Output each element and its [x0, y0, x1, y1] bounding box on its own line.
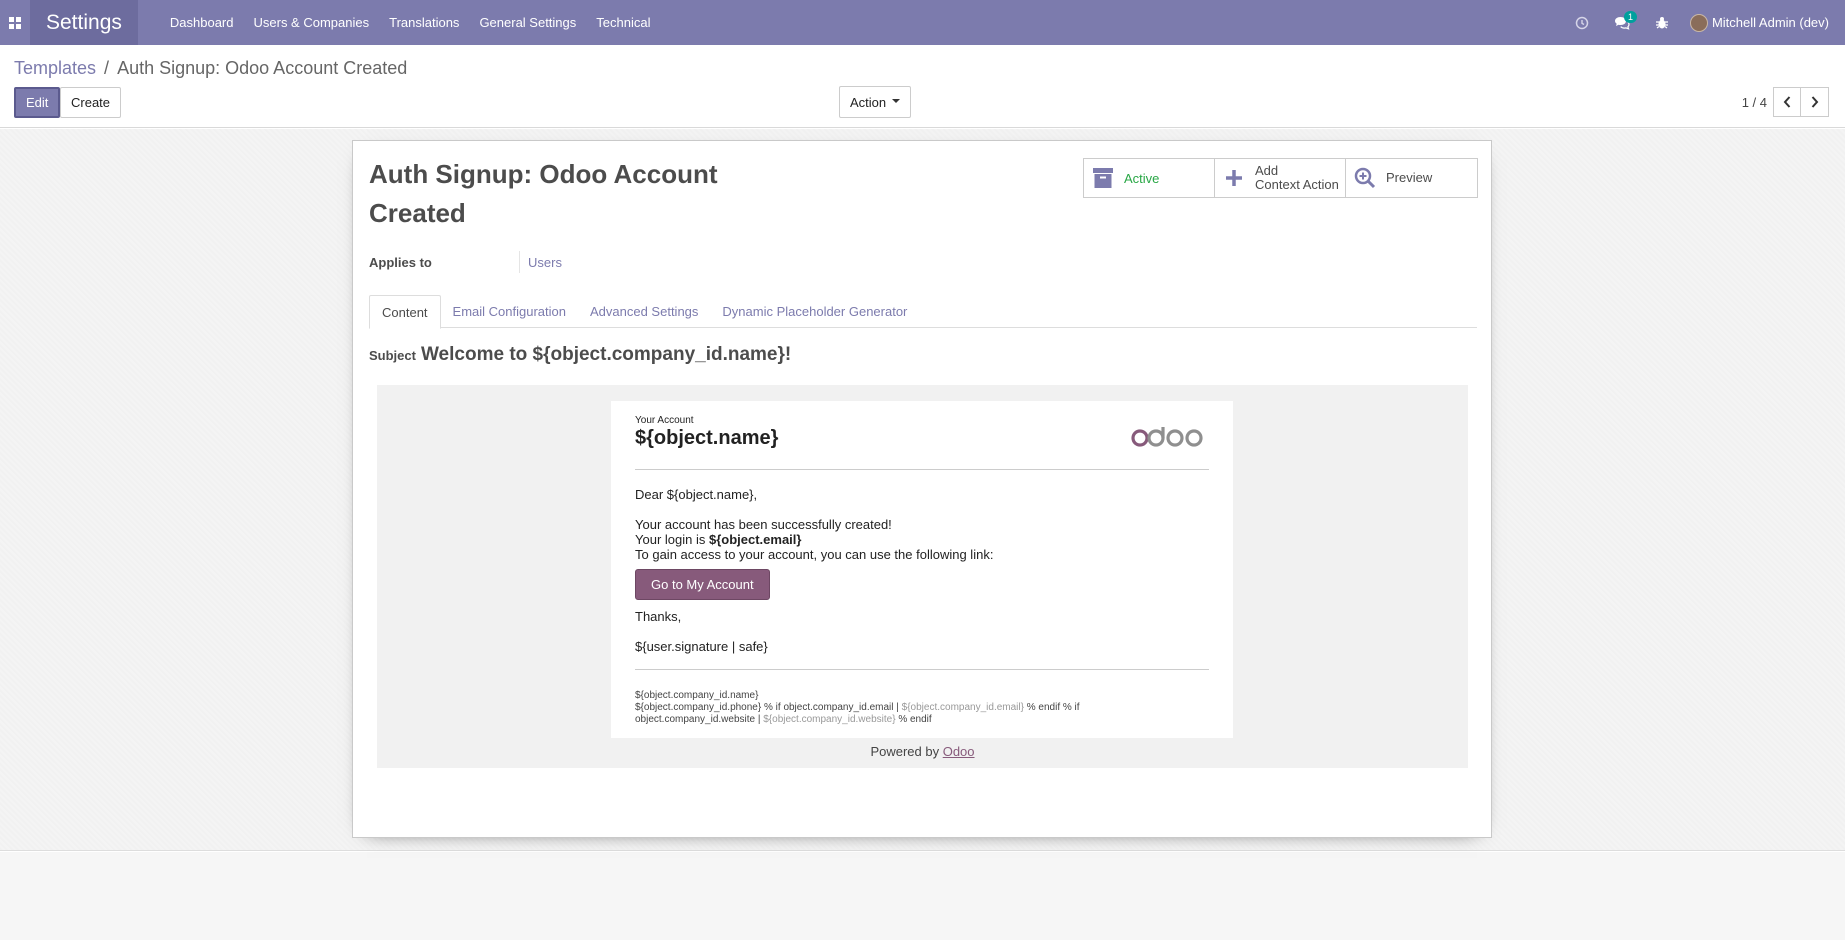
your-account-label: Your Account	[635, 415, 694, 426]
tab-email-configuration[interactable]: Email Configuration	[441, 295, 578, 327]
footer-phone: ${object.company_id.phone} % if object.c…	[635, 702, 902, 713]
debug-bug-icon[interactable]	[1642, 0, 1682, 45]
subject-field: Subject Welcome to ${object.company_id.n…	[369, 344, 791, 366]
pager-next-button[interactable]	[1801, 87, 1829, 117]
user-menu[interactable]: Mitchell Admin (dev)	[1682, 13, 1845, 32]
avatar	[1689, 13, 1708, 32]
account-name-placeholder: ${object.name}	[635, 427, 779, 449]
footer-company-name: ${object.company_id.name}	[635, 690, 759, 701]
footer-email-link[interactable]: ${object.company_id.email}	[902, 702, 1024, 713]
create-button[interactable]: Create	[60, 87, 122, 118]
menu-item-users-companies[interactable]: Users & Companies	[244, 0, 380, 45]
pager: 1 / 4	[1742, 87, 1829, 117]
breadcrumb-templates-link[interactable]: Templates	[14, 58, 96, 79]
context-action-line1: Add	[1255, 163, 1279, 178]
company-footer: ${object.company_id.name} ${object.compa…	[635, 690, 1155, 726]
preview-label: Preview	[1386, 170, 1433, 185]
template-title: Auth Signup: Odoo Account Created	[369, 159, 718, 228]
breadcrumb: Templates / Auth Signup: Odoo Account Cr…	[14, 58, 407, 79]
thanks-text: Thanks,	[635, 609, 682, 624]
powered-by-footer: Powered by Odoo	[377, 744, 1468, 759]
navbar-systray: 1 Mitchell Admin (dev)	[1562, 0, 1845, 45]
chevron-right-icon	[1811, 96, 1818, 108]
applies-to-value-link[interactable]: Users	[519, 251, 562, 273]
footer-website-prefix: object.company_id.website |	[635, 714, 764, 725]
greeting-text: Dear ${object.name},	[635, 487, 758, 502]
pager-previous-button[interactable]	[1773, 87, 1801, 117]
page-footer-area	[0, 852, 1845, 940]
add-context-action-button[interactable]: Add Context Action	[1215, 159, 1346, 197]
applies-to-label: Applies to	[369, 254, 432, 270]
chat-icon[interactable]: 1	[1602, 0, 1642, 45]
action-dropdown-button[interactable]: Action	[839, 86, 912, 118]
go-to-my-account-button[interactable]: Go to My Account	[635, 569, 770, 600]
active-toggle-button[interactable]: Active	[1084, 159, 1215, 197]
odoo-logo	[1131, 425, 1205, 452]
apps-menu-icon[interactable]	[0, 0, 30, 45]
active-label: Active	[1124, 170, 1160, 186]
action-label: Action	[850, 94, 887, 110]
email-divider-top	[635, 469, 1209, 470]
chevron-left-icon	[1783, 96, 1791, 108]
context-action-line2: Context Action	[1255, 177, 1339, 192]
signature-text: ${user.signature | safe}	[635, 639, 768, 654]
odoo-link[interactable]: Odoo	[943, 744, 975, 759]
top-navbar: Settings Dashboard Users & Companies Tra…	[0, 0, 1845, 45]
menu-item-technical[interactable]: Technical	[586, 0, 660, 45]
notebook-tabs: Content Email Configuration Advanced Set…	[369, 295, 1477, 329]
applies-to-field: Applies to Users	[369, 251, 562, 273]
footer-website-link[interactable]: ${object.company_id.website}	[763, 714, 895, 725]
login-prefix: Your login is	[635, 532, 709, 547]
email-body-preview: Your Account ${object.name} Dear ${objec…	[377, 385, 1468, 768]
form-sheet: Auth Signup: Odoo Account Created Active…	[352, 140, 1492, 838]
smart-button-box: Active Add Context Action Preview	[1083, 158, 1478, 198]
search-plus-icon	[1354, 167, 1376, 189]
control-panel: Templates / Auth Signup: Odoo Account Cr…	[0, 45, 1845, 128]
access-link-line: To gain access to your account, you can …	[635, 547, 994, 562]
plus-icon	[1223, 167, 1245, 189]
email-card: Your Account ${object.name} Dear ${objec…	[611, 401, 1233, 738]
activity-clock-icon[interactable]	[1562, 0, 1602, 45]
footer-mid: % endif % if	[1023, 702, 1080, 713]
user-name: Mitchell Admin (dev)	[1711, 15, 1829, 30]
breadcrumb-separator: /	[104, 58, 110, 78]
powered-by-text: Powered by	[870, 744, 943, 759]
tab-content[interactable]: Content	[369, 295, 441, 329]
menu-item-general-settings[interactable]: General Settings	[469, 0, 586, 45]
menu-item-translations[interactable]: Translations	[379, 0, 469, 45]
subject-value: Welcome to ${object.company_id.name}!	[420, 344, 792, 365]
main-menu: Dashboard Users & Companies Translations…	[160, 0, 661, 45]
menu-item-dashboard[interactable]: Dashboard	[160, 0, 244, 45]
account-created-text: Your account has been successfully creat…	[635, 517, 993, 562]
tab-advanced-settings[interactable]: Advanced Settings	[578, 295, 710, 327]
pager-value[interactable]: 1 / 4	[1742, 95, 1767, 110]
chat-badge: 1	[1623, 11, 1637, 23]
login-email-placeholder: ${object.email}	[708, 532, 802, 547]
account-created-line: Your account has been successfully creat…	[635, 517, 892, 532]
tab-dynamic-placeholder-generator[interactable]: Dynamic Placeholder Generator	[710, 295, 919, 327]
email-divider-bottom	[635, 669, 1209, 670]
footer-end: % endif	[895, 714, 932, 725]
breadcrumb-current: Auth Signup: Odoo Account Created	[117, 58, 408, 78]
archive-icon	[1092, 167, 1114, 189]
preview-button[interactable]: Preview	[1346, 159, 1477, 197]
subject-label: Subject	[369, 348, 416, 363]
context-action-label: Add Context Action	[1255, 164, 1339, 192]
caret-down-icon	[892, 99, 901, 103]
edit-button[interactable]: Edit	[14, 87, 61, 118]
app-title[interactable]: Settings	[30, 0, 138, 45]
